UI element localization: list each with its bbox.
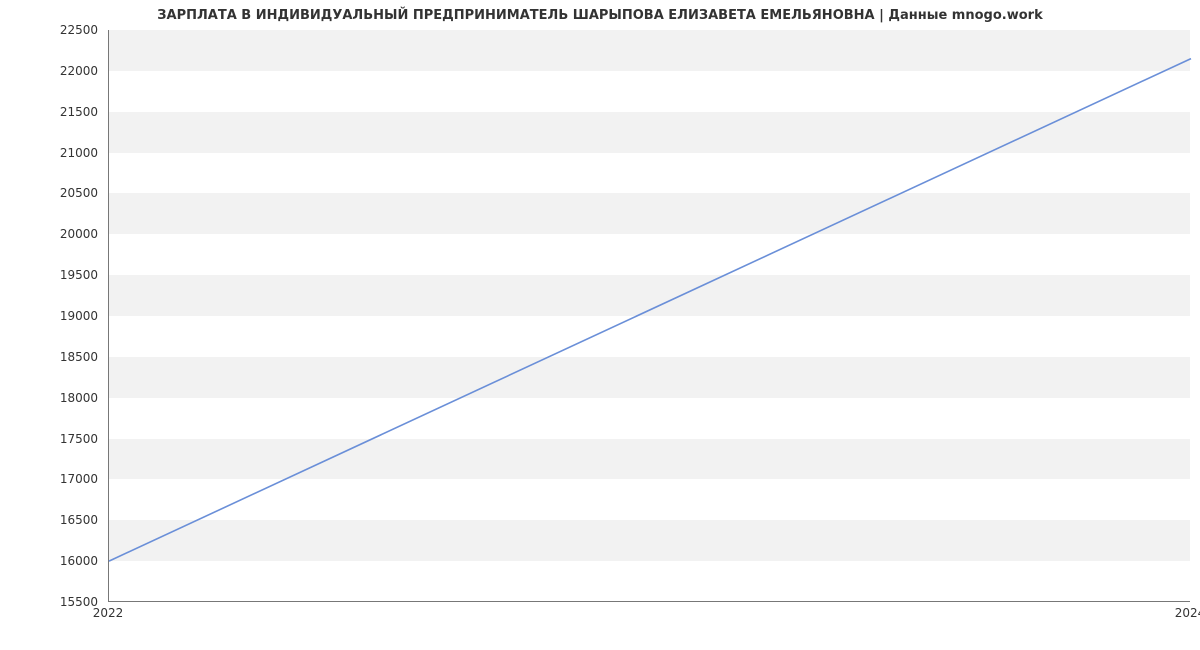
y-tick-label: 20500 [0,186,98,200]
plot-area [108,30,1190,602]
y-tick-label: 18000 [0,391,98,405]
x-tick-label: 2024 [1175,606,1200,620]
y-tick-label: 16500 [0,513,98,527]
y-tick-label: 17000 [0,472,98,486]
y-tick-label: 15500 [0,595,98,609]
y-tick-label: 22000 [0,64,98,78]
y-tick-label: 22500 [0,23,98,37]
y-tick-label: 19500 [0,268,98,282]
y-tick-label: 18500 [0,350,98,364]
y-tick-label: 21000 [0,146,98,160]
y-tick-label: 21500 [0,105,98,119]
y-tick-label: 20000 [0,227,98,241]
y-tick-label: 17500 [0,432,98,446]
y-tick-label: 16000 [0,554,98,568]
chart-title: ЗАРПЛАТА В ИНДИВИДУАЛЬНЫЙ ПРЕДПРИНИМАТЕЛ… [0,8,1200,23]
line-series [109,30,1191,602]
chart-container: ЗАРПЛАТА В ИНДИВИДУАЛЬНЫЙ ПРЕДПРИНИМАТЕЛ… [0,0,1200,650]
y-tick-label: 19000 [0,309,98,323]
series-line [109,59,1191,561]
x-tick-label: 2022 [93,606,124,620]
